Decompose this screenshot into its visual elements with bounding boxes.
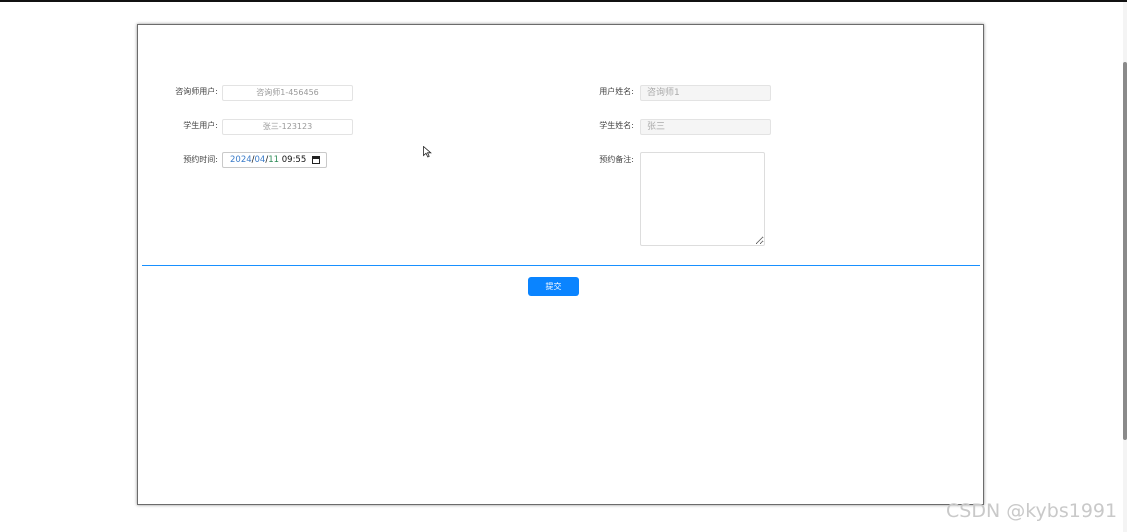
note-textarea[interactable] xyxy=(640,152,765,246)
calendar-icon[interactable] xyxy=(312,156,320,164)
submit-button[interactable]: 提交 xyxy=(528,277,579,296)
student-user-label: 学生用户: xyxy=(183,121,218,130)
section-divider xyxy=(142,265,980,266)
appointment-form-panel: 咨询师用户: 咨询师1-456456 学生用户: 张三-123123 预约时间:… xyxy=(137,24,984,505)
user-name-field[interactable]: 咨询师1 xyxy=(640,85,771,101)
student-user-field[interactable]: 张三-123123 xyxy=(222,119,353,135)
date-day: 11 xyxy=(268,155,280,165)
note-label: 预约备注: xyxy=(599,155,634,164)
appointment-datetime-input[interactable]: 2024/04/11 09:55 xyxy=(222,152,327,168)
appointment-time-label: 预约时间: xyxy=(183,155,218,164)
mouse-cursor-icon xyxy=(423,146,432,158)
page-scrollbar[interactable] xyxy=(1123,2,1127,532)
date-month: 04 xyxy=(254,155,266,165)
time-value: 09:55 xyxy=(281,155,307,165)
scrollbar-thumb[interactable] xyxy=(1123,62,1127,440)
counselor-user-label: 咨询师用户: xyxy=(175,87,218,96)
watermark-text: CSDN @kybs1991 xyxy=(946,500,1118,522)
student-name-field[interactable]: 张三 xyxy=(640,119,771,135)
student-name-label: 学生姓名: xyxy=(599,121,634,130)
window-top-border xyxy=(0,0,1127,2)
counselor-user-field[interactable]: 咨询师1-456456 xyxy=(222,85,353,101)
user-name-label: 用户姓名: xyxy=(599,87,634,96)
date-year: 2024 xyxy=(230,155,252,165)
